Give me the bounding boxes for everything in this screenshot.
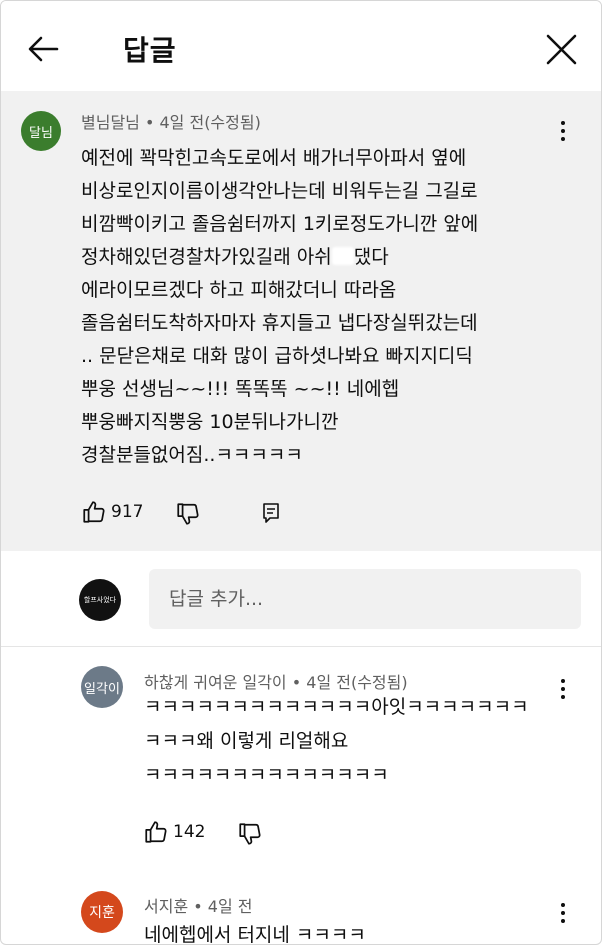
more-options-button[interactable] [553,899,573,927]
reply-body: 네에헵에서 터지네 ㅋㅋㅋㅋ [144,918,366,945]
thumbs-down-icon [239,823,261,845]
more-options-button[interactable] [553,117,573,145]
replies-header: 답글 [1,1,601,92]
like-count: 917 [111,502,144,522]
thumbs-up-icon [83,501,105,523]
divider [1,646,601,647]
redacted-mark [331,247,354,265]
close-icon [546,34,577,65]
comment-line: .. 문닫은채로 대화 많이 급하셧나봐요 빠지지디딕 [81,345,473,367]
comment-line: 뿌웅 선생님~~!!! 똑똑똑 ~~!! 네에헵 [81,378,400,400]
reply-meta: 서지훈 • 4일 전 [144,897,253,916]
more-options-button[interactable] [553,675,573,703]
thumbs-up-icon [145,821,167,843]
reply-line: ㅋㅋㅋ왜 이렇게 리얼해요 [144,730,349,752]
comment-line: 뿌웅빠지직뿡웅 10분뒤나가니깐 [81,411,339,433]
comment-line: 비상로인지이름이생각안나는데 비워두는길 그길로 [81,180,478,202]
comment-meta: 별님달님 • 4일 전(수정됨) [81,113,261,132]
comment-line: 정차해있던경찰차가있길래 아쉬 댔다 [81,241,581,274]
like-count: 142 [173,822,206,842]
reply-line: 네에헵에서 터지네 ㅋㅋㅋㅋ [144,924,366,945]
comment-line: 경찰분들없어짐..ㅋㅋㅋㅋㅋ [81,444,303,466]
like-button[interactable]: 142 [143,819,205,845]
close-button[interactable] [541,29,581,69]
reply-line: ㅋㅋㅋㅋㅋㅋㅋㅋㅋㅋㅋㅋㅋ아잇ㅋㅋㅋㅋㅋㅋㅋ [144,696,529,718]
page-title: 답글 [123,34,177,67]
comment-line: 예전에 꽉막힌고속도로에서 배가너무아파서 옆에 [81,147,467,169]
dislike-button[interactable] [175,501,201,527]
comment-line: 에라이모르겠다 하고 피해갔더니 따라옴 [81,279,397,301]
avatar[interactable]: 지훈 [81,891,123,933]
app-frame: 답글 달님 별님달님 • 4일 전(수정됨) 예전에 꽉막힌고속도로에서 배가너… [0,0,602,945]
comment-line-text: 댔다 [353,246,389,268]
comment-line-text: 정차해있던경찰차가있길래 아쉬 [81,246,332,268]
avatar[interactable]: 달님 [21,111,61,151]
thumbs-down-icon [177,503,199,525]
reply-button[interactable] [259,501,283,525]
reply-line: ㅋㅋㅋㅋㅋㅋㅋㅋㅋㅋㅋㅋㅋㅋ [144,764,389,786]
like-button[interactable]: 917 [81,499,143,525]
arrow-left-icon [28,36,59,62]
comment-line: 비깜빡이키고 졸음쉼터까지 1키로정도가니깐 앞에 [81,213,479,235]
reply-body: ㅋㅋㅋㅋㅋㅋㅋㅋㅋㅋㅋㅋㅋ아잇ㅋㅋㅋㅋㅋㅋㅋ ㅋㅋㅋ왜 이렇게 리얼해요 ㅋㅋㅋ… [144,690,529,792]
back-button[interactable] [23,29,63,69]
comment-line: 졸음쉼터도착하자마자 휴지들고 냅다장실뛰갔는데 [81,312,478,334]
avatar[interactable]: 일각이 [81,666,123,708]
comment-body: 예전에 꽉막힌고속도로에서 배가너무아파서 옆에 비상로인지이름이생각안나는데 … [81,142,581,472]
comment-icon [263,503,279,523]
current-user-avatar[interactable]: 할프사었다 [79,579,121,621]
reply-input[interactable] [149,569,581,629]
dislike-button[interactable] [237,821,263,847]
